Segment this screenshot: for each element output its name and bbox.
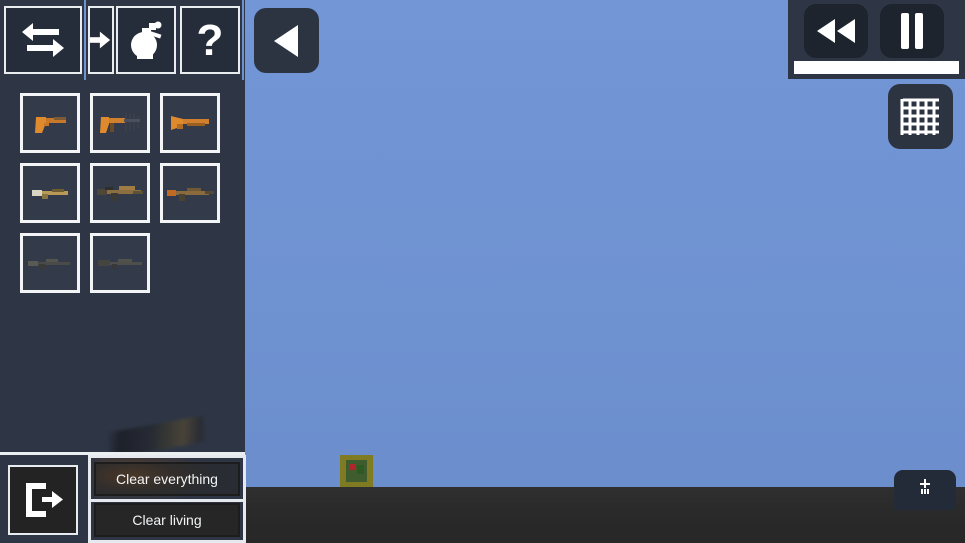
exit-button[interactable] bbox=[8, 465, 78, 535]
smg-icon bbox=[100, 113, 140, 133]
sniper-rifle-icon bbox=[98, 259, 142, 269]
weapon-slot-2[interactable] bbox=[90, 93, 150, 153]
carbine-icon bbox=[32, 189, 68, 199]
collapse-panel-button[interactable] bbox=[254, 8, 319, 73]
anchor-icon bbox=[920, 479, 930, 494]
clear-actions-panel: Clear everything Clear living bbox=[88, 455, 246, 543]
toolbar-button-next[interactable] bbox=[88, 6, 114, 74]
triangle-left-icon bbox=[273, 24, 298, 57]
question-mark-icon: ? bbox=[197, 16, 224, 64]
grenade-icon bbox=[131, 21, 162, 59]
rewind-double-triangle-icon bbox=[817, 19, 855, 43]
playback-progress-track[interactable] bbox=[794, 61, 959, 74]
weapon-slot-8[interactable] bbox=[90, 233, 150, 293]
weapon-slot-1[interactable] bbox=[20, 93, 80, 153]
spawn-button[interactable] bbox=[894, 470, 956, 510]
clear-everything-button[interactable]: Clear everything bbox=[94, 462, 240, 496]
svg-text:?: ? bbox=[197, 16, 224, 64]
marksman-rifle-icon bbox=[28, 259, 70, 269]
toolbar-button-help[interactable]: ? bbox=[180, 6, 240, 74]
pause-button[interactable] bbox=[880, 4, 944, 58]
battle-rifle-icon bbox=[167, 188, 214, 201]
playback-panel bbox=[788, 0, 965, 79]
scene-object-crate[interactable] bbox=[340, 455, 373, 487]
grid-icon bbox=[900, 98, 939, 135]
clear-living-button[interactable]: Clear living bbox=[94, 503, 240, 537]
weapon-slot-7[interactable] bbox=[20, 233, 80, 293]
app-root: ? Clear everything Clear living bbox=[0, 0, 965, 543]
shotgun-icon bbox=[171, 116, 209, 130]
toolbar-divider-2 bbox=[242, 0, 244, 80]
arrow-right-icon bbox=[90, 31, 111, 49]
swap-arrows-icon bbox=[22, 23, 64, 57]
rewind-button[interactable] bbox=[804, 4, 868, 58]
sidebar-toolbar: ? bbox=[0, 0, 245, 80]
weapon-slot-5[interactable] bbox=[90, 163, 150, 223]
weapon-slot-3[interactable] bbox=[160, 93, 220, 153]
assault-rifle-icon bbox=[97, 186, 143, 201]
weapon-slot-4[interactable] bbox=[20, 163, 80, 223]
crate-marker-red bbox=[349, 464, 355, 470]
exit-door-icon bbox=[26, 483, 63, 517]
toolbar-divider-1 bbox=[84, 0, 86, 80]
pistol-icon bbox=[35, 117, 66, 133]
pause-bars-icon bbox=[901, 13, 923, 49]
clear-actions-divider bbox=[91, 499, 243, 502]
grid-toggle-button[interactable] bbox=[888, 84, 953, 149]
weapon-slot-6[interactable] bbox=[160, 163, 220, 223]
playback-progress-fill bbox=[794, 61, 959, 74]
toolbar-button-grenade[interactable] bbox=[116, 6, 176, 74]
toolbar-button-swap[interactable] bbox=[4, 6, 82, 74]
crate-marker-green bbox=[357, 465, 364, 474]
